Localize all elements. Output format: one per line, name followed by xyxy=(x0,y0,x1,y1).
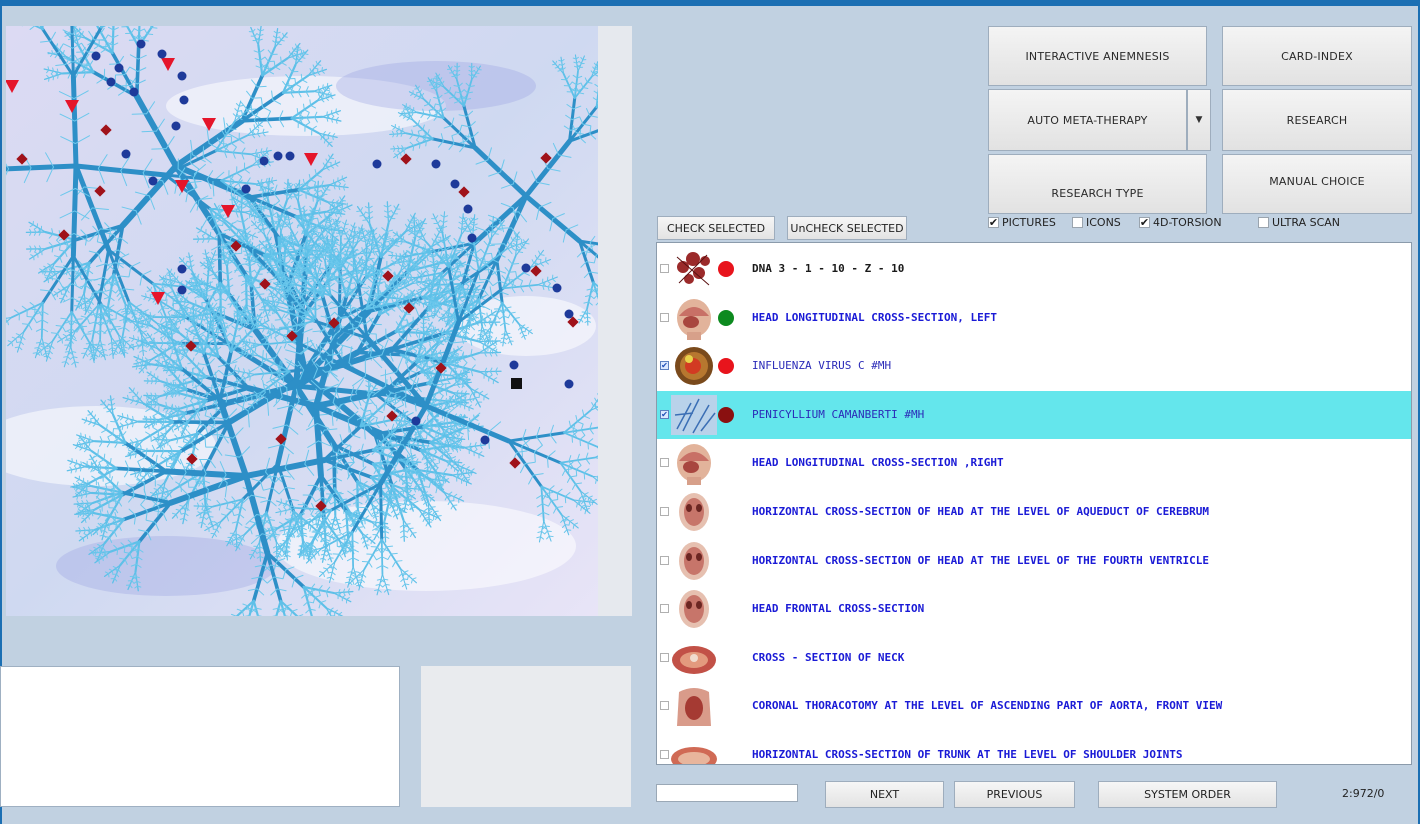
list-item-thumbnail xyxy=(669,587,719,631)
ultra-scan-checkbox[interactable] xyxy=(1258,217,1269,228)
option-ultra-scan[interactable]: ULTRA SCAN xyxy=(1258,216,1340,229)
list-item-label: HORIZONTAL CROSS-SECTION OF TRUNK AT THE… xyxy=(752,748,1183,761)
list-item[interactable]: CROSS - SECTION OF NECK xyxy=(657,634,1411,682)
preview-panel xyxy=(421,666,631,807)
list-item[interactable]: HORIZONTAL CROSS-SECTION OF TRUNK AT THE… xyxy=(657,731,1411,764)
list-item[interactable]: HEAD LONGITUDINAL CROSS-SECTION ,RIGHT xyxy=(657,439,1411,487)
interactive-anemnesis-label: INTERACTIVE ANEMNESIS xyxy=(1025,49,1170,63)
list-item-label: HORIZONTAL CROSS-SECTION OF HEAD AT THE … xyxy=(752,505,1209,518)
list-item-label: PENICYLLIUM CAMANBERTI #MH xyxy=(752,407,925,421)
list-item-checkbox[interactable] xyxy=(660,264,669,273)
list-item-thumbnail xyxy=(669,490,719,534)
previous-button[interactable]: PREVIOUS xyxy=(954,781,1075,808)
auto-meta-therapy-label: AUTO META-THERAPY xyxy=(1027,113,1148,127)
card-index-label: CARD-INDEX xyxy=(1281,49,1353,63)
item-counter: 2:972/0 xyxy=(1342,787,1385,800)
pictures-checkbox[interactable]: ✔ xyxy=(988,217,999,228)
description-panel[interactable] xyxy=(0,666,400,807)
card-index-button[interactable]: CARD-INDEX xyxy=(1222,26,1412,86)
list-item[interactable]: HORIZONTAL CROSS-SECTION OF HEAD AT THE … xyxy=(657,537,1411,585)
fractal-tree-image xyxy=(6,26,598,616)
list-item-checkbox[interactable] xyxy=(660,750,669,759)
check-selected-label: CHECK SELECTED xyxy=(666,221,766,235)
checkmark-icon: ✔ xyxy=(988,216,999,229)
list-item-checkbox[interactable]: ✔ xyxy=(660,361,669,371)
scan-picture-viewer[interactable] xyxy=(6,26,598,616)
list-item-label: CROSS - SECTION OF NECK xyxy=(752,650,905,664)
list-item-checkbox[interactable] xyxy=(660,604,669,614)
uncheck-selected-label: UnCHECK SELECTED xyxy=(790,221,904,235)
icons-label: ICONS xyxy=(1086,216,1121,229)
option-pictures[interactable]: ✔ PICTURES xyxy=(988,216,1056,229)
list-item-checkbox[interactable] xyxy=(660,312,669,322)
list-item-checkbox[interactable] xyxy=(660,458,669,468)
auto-meta-therapy-dropdown[interactable]: ▼ xyxy=(1187,89,1211,151)
scan-items-list[interactable]: DNA 3 - 1 - 10 - Z - 10 HEAD LONGITUDINAL… xyxy=(656,242,1412,765)
list-item-checkbox[interactable] xyxy=(660,701,669,711)
list-item-thumbnail xyxy=(669,344,719,388)
next-label: NEXT xyxy=(869,788,900,801)
list-item-thumbnail xyxy=(669,296,719,340)
list-item[interactable]: HEAD FRONTAL CROSS-SECTION xyxy=(657,585,1411,633)
list-item[interactable]: ✔ INFLUENZA VIRUS C #MH xyxy=(657,342,1411,390)
list-item-thumbnail xyxy=(669,441,719,486)
list-item[interactable]: CORONAL THORACOTOMY AT THE LEVEL OF ASCE… xyxy=(657,682,1411,730)
torsion-label: 4D-TORSION xyxy=(1153,216,1222,229)
research-button[interactable]: RESEARCH xyxy=(1222,89,1412,151)
check-selected-button[interactable]: CHECK SELECTED xyxy=(657,216,775,240)
system-order-button[interactable]: SYSTEM ORDER xyxy=(1098,781,1277,808)
status-dot xyxy=(718,406,734,423)
list-item-label: INFLUENZA VIRUS C #MH xyxy=(752,359,892,373)
icons-checkbox[interactable] xyxy=(1072,217,1083,228)
ultra-scan-label: ULTRA SCAN xyxy=(1272,216,1341,229)
chevron-down-icon: ▼ xyxy=(1195,115,1203,125)
interactive-anemnesis-button[interactable]: INTERACTIVE ANEMNESIS xyxy=(988,26,1207,86)
uncheck-selected-button[interactable]: UnCHECK SELECTED xyxy=(787,216,907,240)
list-item-label: HORIZONTAL CROSS-SECTION OF HEAD AT THE … xyxy=(752,553,1209,567)
option-4d-torsion[interactable]: ✔ 4D-TORSION xyxy=(1139,216,1222,229)
list-item-checkbox[interactable] xyxy=(660,507,669,516)
list-item-checkbox[interactable] xyxy=(660,652,669,662)
list-item-thumbnail xyxy=(669,393,719,437)
status-dot xyxy=(718,261,734,277)
list-item-checkbox[interactable] xyxy=(660,555,669,565)
research-type-label: RESEARCH TYPE xyxy=(1051,186,1144,200)
list-item-label: DNA 3 - 1 - 10 - Z - 10 xyxy=(752,262,905,275)
list-item-thumbnail xyxy=(669,733,719,764)
next-button[interactable]: NEXT xyxy=(825,781,944,808)
checkmark-icon: ✔ xyxy=(1139,216,1150,229)
list-item-thumbnail xyxy=(669,684,719,728)
list-item-checkbox[interactable]: ✔ xyxy=(660,409,669,419)
list-item-thumbnail xyxy=(669,636,719,680)
checkmark-icon: ✔ xyxy=(661,361,668,371)
list-item[interactable]: HORIZONTAL CROSS-SECTION OF HEAD AT THE … xyxy=(657,488,1411,536)
list-item-label: HEAD LONGITUDINAL CROSS-SECTION, LEFT xyxy=(752,310,998,324)
search-input[interactable] xyxy=(656,784,798,802)
list-item[interactable]: HEAD LONGITUDINAL CROSS-SECTION, LEFT xyxy=(657,294,1411,342)
list-item-label: HEAD LONGITUDINAL CROSS-SECTION ,RIGHT xyxy=(752,456,1004,470)
option-icons[interactable]: ICONS xyxy=(1072,216,1121,229)
research-label: RESEARCH xyxy=(1286,113,1348,127)
torsion-checkbox[interactable]: ✔ xyxy=(1139,217,1150,228)
viewer-side-panel xyxy=(598,26,632,616)
system-order-label: SYSTEM ORDER xyxy=(1144,788,1231,801)
list-item-label: CORONAL THORACOTOMY AT THE LEVEL OF ASCE… xyxy=(752,699,1223,713)
list-item-thumbnail xyxy=(669,539,719,583)
window-top-border xyxy=(0,0,1420,6)
list-item-label: HEAD FRONTAL CROSS-SECTION xyxy=(752,602,925,616)
manual-choice-label: MANUAL CHOICE xyxy=(1269,174,1365,188)
list-item-thumbnail xyxy=(669,247,719,291)
list-item[interactable]: ✔ PENICYLLIUM CAMANBERTI #MH xyxy=(657,390,1411,439)
status-dot xyxy=(718,309,734,326)
auto-meta-therapy-button[interactable]: AUTO META-THERAPY xyxy=(988,89,1187,151)
list-item[interactable]: DNA 3 - 1 - 10 - Z - 10 xyxy=(657,245,1411,293)
checkmark-icon: ✔ xyxy=(661,409,668,419)
status-dot xyxy=(718,358,734,375)
research-type-button[interactable]: RESEARCH TYPE xyxy=(988,154,1207,214)
previous-label: PREVIOUS xyxy=(986,788,1043,801)
pictures-label: PICTURES xyxy=(1002,216,1056,229)
manual-choice-button[interactable]: MANUAL CHOICE xyxy=(1222,154,1412,214)
